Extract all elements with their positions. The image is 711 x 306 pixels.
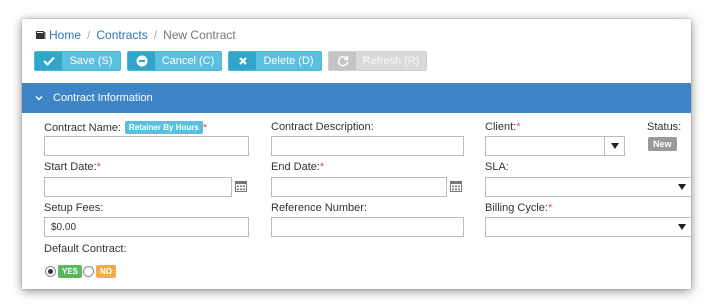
minus-circle-icon (128, 52, 155, 70)
required-mark: * (202, 122, 208, 134)
close-icon (229, 52, 256, 70)
default-contract-label: Default Contract: (44, 243, 127, 255)
end-date-label-row: End Date:* (271, 161, 324, 173)
breadcrumb-home-link[interactable]: Home (49, 28, 81, 42)
breadcrumb-separator: / (87, 28, 91, 42)
end-date-label: End Date: (271, 161, 320, 173)
sla-label: SLA: (485, 161, 509, 173)
contract-name-label: Contract Name: (44, 122, 122, 134)
client-label-row: Client:* (485, 121, 520, 133)
refresh-button-label: Refresh (R) (362, 55, 420, 67)
required-mark: * (96, 161, 101, 173)
billing-cycle-label: Billing Cycle: (485, 202, 548, 214)
breadcrumb-current: New Contract (163, 28, 236, 42)
setup-fees-input[interactable] (44, 217, 249, 237)
status-badge: New (648, 137, 677, 151)
start-date-label-row: Start Date:* (44, 161, 101, 173)
required-mark: * (547, 202, 553, 214)
chevron-down-icon (35, 96, 43, 101)
contract-form-window: Home / Contracts / New Contract Save (S)… (22, 19, 691, 289)
status-label: Status: (647, 121, 682, 133)
section-title: Contract Information (53, 92, 153, 104)
toolbar: Save (S) Cancel (C) Delete (D) Refresh (… (34, 51, 427, 71)
contract-description-input[interactable] (271, 136, 464, 156)
save-button[interactable]: Save (S) (34, 51, 121, 71)
calendar-icon[interactable] (450, 181, 462, 192)
client-input[interactable] (485, 136, 605, 156)
save-button-label: Save (S) (69, 55, 113, 67)
contract-description-label: Contract Description: (271, 121, 374, 133)
caret-down-icon (678, 184, 686, 190)
setup-fees-label: Setup Fees: (44, 202, 104, 214)
calendar-icon[interactable] (235, 181, 247, 192)
client-dropdown-button[interactable] (604, 136, 625, 156)
breadcrumb: Home / Contracts / New Contract (35, 27, 236, 43)
refresh-button[interactable]: Refresh (R) (328, 51, 427, 71)
delete-button[interactable]: Delete (D) (228, 51, 322, 71)
billing-cycle-select[interactable] (485, 217, 691, 237)
default-contract-no-radio[interactable] (83, 266, 94, 277)
cancel-button[interactable]: Cancel (C) (127, 51, 222, 71)
book-icon (36, 31, 46, 39)
reference-number-input[interactable] (271, 217, 464, 237)
breadcrumb-contracts-link[interactable]: Contracts (96, 28, 147, 42)
end-date-input[interactable] (271, 177, 447, 197)
required-mark: * (516, 121, 521, 133)
caret-down-icon (611, 143, 619, 149)
reference-number-label: Reference Number: (271, 202, 367, 214)
caret-down-icon (678, 224, 686, 230)
breadcrumb-separator: / (153, 28, 158, 42)
check-icon (35, 52, 62, 70)
delete-button-label: Delete (D) (263, 55, 314, 67)
yes-badge[interactable]: YES (58, 265, 83, 278)
billing-cycle-label-row: Billing Cycle:* (485, 202, 552, 214)
client-label: Client: (485, 121, 517, 133)
no-badge[interactable]: NO (96, 265, 116, 278)
contract-name-label-row: Contract Name: Retainer By Hours * (44, 121, 207, 134)
cancel-button-label: Cancel (C) (161, 55, 215, 67)
contract-type-badge: Retainer By Hours (125, 121, 203, 134)
default-contract-yes-radio[interactable] (45, 266, 56, 277)
required-mark: * (319, 161, 325, 173)
sla-select[interactable] (485, 177, 691, 197)
start-date-input[interactable] (44, 177, 232, 197)
start-date-label: Start Date: (44, 161, 97, 173)
contract-information-section-header[interactable]: Contract Information (22, 83, 691, 113)
refresh-icon (329, 52, 356, 70)
contract-name-input[interactable] (44, 136, 249, 156)
